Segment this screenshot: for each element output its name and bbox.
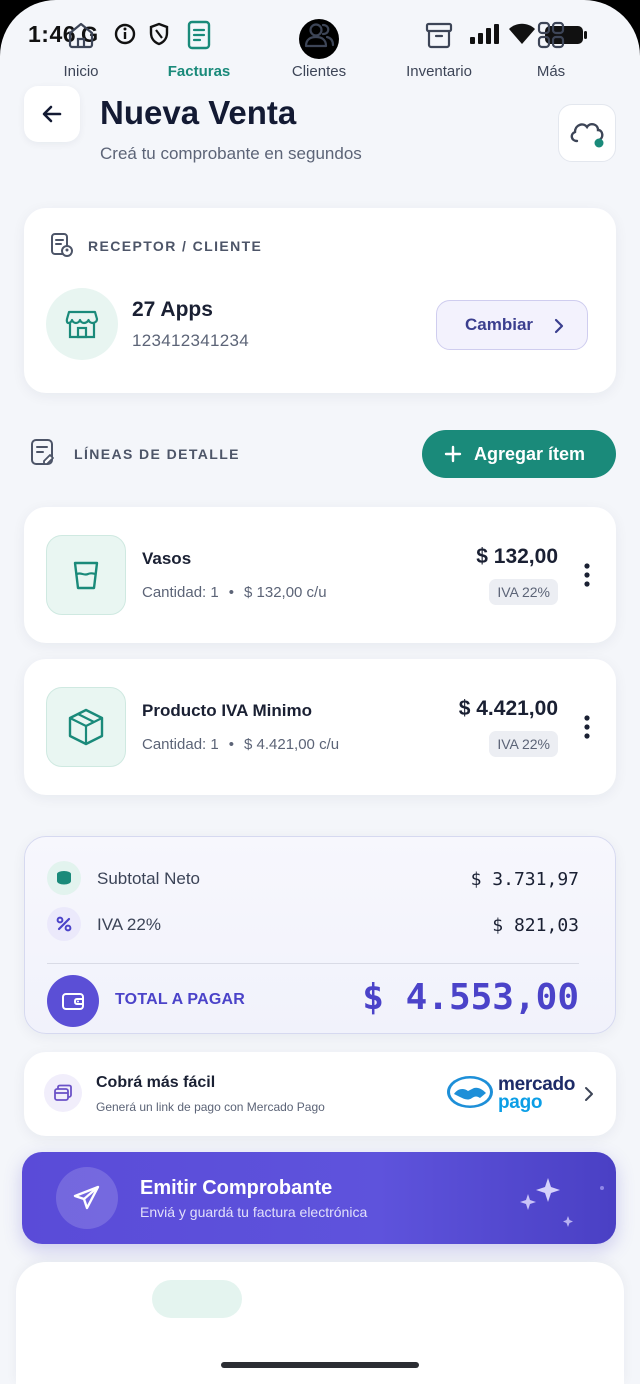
iva-badge: IVA 22% (489, 579, 558, 605)
item-price: $ 132,00 (476, 545, 558, 568)
send-icon-circle (56, 1167, 118, 1229)
grid-icon (496, 18, 606, 52)
nav-item-inicio[interactable]: Inicio (26, 18, 136, 88)
chevron-right-icon (554, 318, 564, 334)
total-label: TOTAL A PAGAR (115, 991, 246, 1008)
app-screen: 1:46 G Nueva Venta Creá tu comprobante e… (0, 0, 640, 1384)
mp-title: Cobrá más fácil (96, 1074, 216, 1091)
payment-link-icon-circle (44, 1074, 82, 1112)
mercado-pago-logo-icon (446, 1074, 494, 1115)
coins-icon (57, 871, 71, 885)
more-vertical-icon[interactable] (584, 715, 590, 744)
client-id: 123412341234 (132, 331, 250, 350)
nav-item-clientes[interactable]: Clientes (264, 18, 374, 88)
cards-icon (54, 1084, 72, 1101)
client-name: 27 Apps (132, 298, 213, 321)
send-icon (73, 1185, 100, 1210)
change-client-button[interactable]: Cambiar (436, 300, 588, 350)
item-name: Producto IVA Minimo (142, 701, 312, 720)
plus-icon (444, 445, 462, 463)
add-item-label: Agregar ítem (474, 443, 586, 464)
emit-title: Emitir Comprobante (140, 1177, 333, 1199)
receptor-card: RECEPTOR / CLIENTE 27 Apps 123412341234 … (24, 208, 616, 393)
home-icon (26, 18, 136, 52)
line-item[interactable]: Producto IVA Minimo Cantidad: 1 • $ 4.421,… (24, 659, 616, 795)
nav-label: Clientes (291, 63, 347, 80)
nav-item-mas[interactable]: Más (496, 18, 606, 88)
home-indicator (221, 1362, 419, 1368)
more-vertical-icon[interactable] (584, 563, 590, 592)
nav-label: Más (536, 63, 566, 80)
document-edit-icon (30, 438, 56, 473)
page-title: Nueva Venta (100, 94, 297, 131)
back-button[interactable] (24, 86, 80, 142)
nav-label: Facturas (167, 63, 231, 80)
add-item-button[interactable]: Agregar ítem (422, 430, 616, 478)
nav-item-inventario[interactable]: Inventario (384, 18, 494, 88)
emit-invoice-button[interactable]: Emitir Comprobante Enviá y guardá tu fac… (22, 1152, 616, 1244)
change-client-label: Cambiar (465, 315, 534, 334)
mp-subtitle: Generá un link de pago con Mercado Pago (96, 1100, 325, 1114)
users-icon (264, 18, 374, 52)
chevron-right-icon (584, 1086, 594, 1107)
cup-icon (73, 561, 99, 590)
emit-subtitle: Enviá y guardá tu factura electrónica (140, 1204, 368, 1220)
subtotal-value: $ 3.731,97 (470, 869, 579, 890)
wallet-icon (62, 993, 84, 1010)
document-user-icon (50, 232, 74, 263)
totals-card: Subtotal Neto $ 3.731,97 IVA 22% $ 821,0… (24, 836, 616, 1034)
iva-label: IVA 22% (97, 915, 161, 934)
line-item[interactable]: Vasos Cantidad: 1 • $ 132,00 c/u $ 132,00 … (24, 507, 616, 643)
store-icon (65, 310, 99, 339)
client-avatar (46, 288, 118, 360)
cloud-sync-button[interactable] (558, 104, 616, 162)
arrow-left-icon (42, 105, 62, 123)
iva-value: $ 821,03 (492, 915, 579, 936)
totals-divider (47, 963, 579, 964)
subtotal-label: Subtotal Neto (97, 869, 201, 888)
item-icon-box (46, 535, 126, 615)
archive-icon (384, 18, 494, 52)
box-icon (68, 708, 104, 746)
cloud-sync-icon (570, 122, 604, 148)
iva-badge: IVA 22% (489, 731, 558, 757)
item-name: Vasos (142, 549, 192, 568)
receptor-section-label: RECEPTOR / CLIENTE (88, 238, 263, 254)
lines-section-label: LÍNEAS DE DETALLE (74, 446, 240, 462)
item-quantity: Cantidad: 1 • $ 132,00 c/u (142, 584, 327, 601)
mercado-pago-card[interactable]: Cobrá más fácil Generá un link de pago c… (24, 1052, 616, 1136)
nav-item-facturas[interactable]: Facturas (144, 18, 254, 88)
page-subtitle: Creá tu comprobante en segundos (100, 144, 362, 163)
wallet-icon-circle (47, 975, 99, 1027)
item-price: $ 4.421,00 (458, 697, 558, 720)
percent-icon (56, 916, 72, 932)
invoice-icon (144, 18, 254, 52)
item-icon-box (46, 687, 126, 767)
sparkles-icon (512, 1174, 612, 1235)
nav-label: Inventario (406, 63, 472, 80)
mp-logo-text-pago: pago (498, 1092, 543, 1113)
total-value: $ 4.553,00 (362, 977, 579, 1018)
subtotal-icon-circle (47, 861, 81, 895)
item-quantity: Cantidad: 1 • $ 4.421,00 c/u (142, 736, 340, 753)
iva-icon-circle (47, 907, 81, 941)
nav-label: Inicio (63, 63, 99, 80)
active-tab-indicator (152, 1280, 242, 1318)
